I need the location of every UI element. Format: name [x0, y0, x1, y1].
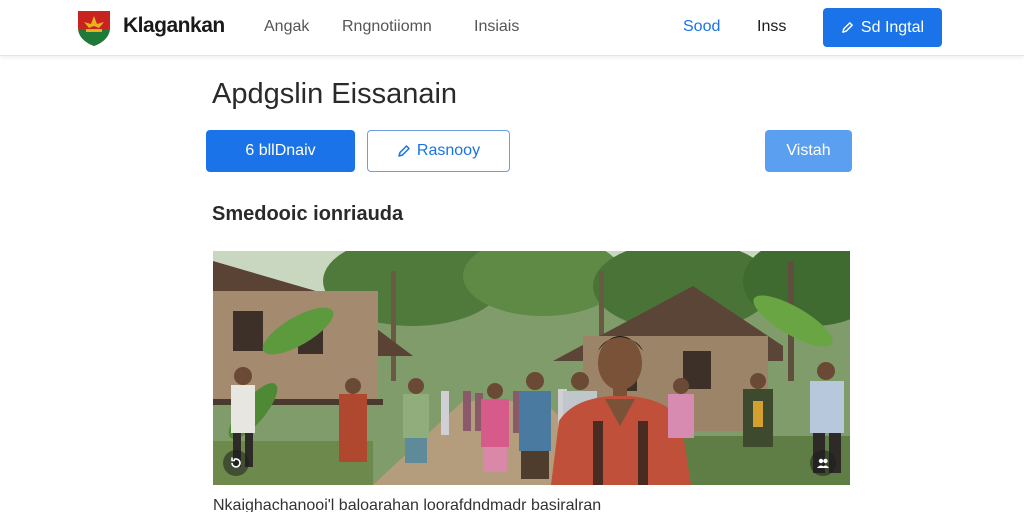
replay-icon: [231, 457, 241, 468]
top-navigation-bar: Klagankan Angak Rngnotiiomn Insiais Sood…: [0, 0, 1024, 56]
page-title: Apdgslin Eissanain: [212, 78, 458, 110]
photo-caption: Nkaighachanooi'l baloarahan loorafdndmad…: [213, 497, 602, 512]
nav-link-1[interactable]: Angak: [264, 18, 309, 36]
cta-button-label: Sd Ingtal: [860, 18, 925, 36]
pencil-icon: [398, 145, 410, 157]
people-icon: [817, 458, 829, 468]
secondary-action-button[interactable]: Rasnooy: [367, 130, 510, 172]
primary-action-label: 6 bllDnaiv: [245, 142, 316, 159]
pencil-icon: [842, 22, 853, 33]
tertiary-action-label: Vistah: [786, 142, 831, 159]
cta-button[interactable]: Sd Ingtal: [823, 8, 942, 47]
nav-link-login[interactable]: Inss: [757, 18, 786, 36]
brand-name[interactable]: Klagankan: [123, 14, 225, 38]
shield-emblem-icon[interactable]: [76, 7, 112, 47]
replay-button[interactable]: [223, 450, 249, 476]
nav-link-2[interactable]: Rngnotiiomn: [342, 18, 432, 36]
nav-link-3[interactable]: Insiais: [474, 18, 519, 36]
nav-link-accent[interactable]: Sood: [683, 18, 720, 36]
secondary-action-label: Rasnooy: [416, 142, 481, 159]
village-photo[interactable]: [213, 251, 850, 485]
tertiary-action-button[interactable]: Vistah: [765, 130, 852, 172]
village-scene-illustration: [213, 251, 850, 485]
people-tag-button[interactable]: [810, 450, 836, 476]
primary-action-button[interactable]: 6 bllDnaiv: [206, 130, 355, 172]
section-heading: Smedooic ionriauda: [212, 203, 404, 225]
